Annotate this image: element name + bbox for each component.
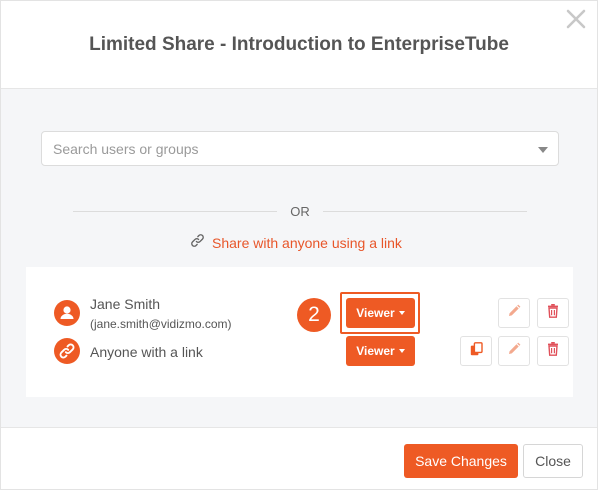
copy-icon bbox=[470, 341, 483, 361]
close-icon[interactable] bbox=[564, 7, 588, 31]
close-button[interactable]: Close bbox=[523, 444, 583, 478]
delete-button[interactable] bbox=[537, 298, 569, 328]
search-placeholder: Search users or groups bbox=[53, 141, 199, 157]
link-icon bbox=[54, 338, 80, 364]
share-link-name: Anyone with a link bbox=[90, 344, 203, 360]
trash-icon bbox=[547, 303, 559, 323]
callout-highlight-box bbox=[340, 292, 420, 334]
chevron-down-icon[interactable] bbox=[538, 147, 548, 153]
pencil-icon bbox=[507, 304, 521, 323]
or-divider-text: OR bbox=[290, 204, 310, 219]
edit-button[interactable] bbox=[498, 298, 530, 328]
limited-share-dialog: Limited Share - Introduction to Enterpri… bbox=[0, 0, 598, 490]
share-link-label: Share with anyone using a link bbox=[212, 235, 402, 251]
divider-line-left bbox=[73, 211, 277, 212]
step-callout-badge: 2 bbox=[297, 298, 331, 332]
link-icon bbox=[189, 232, 206, 254]
dialog-body: Search users or groups OR Share with any… bbox=[1, 89, 597, 427]
list-item: Anyone with a link Viewer bbox=[26, 332, 573, 397]
share-user-email: (jane.smith@vidizmo.com) bbox=[90, 317, 232, 331]
user-icon bbox=[54, 300, 80, 326]
copy-link-button[interactable] bbox=[460, 336, 492, 366]
shared-with-list: Jane Smith (jane.smith@vidizmo.com) View… bbox=[26, 267, 573, 397]
dialog-header: Limited Share - Introduction to Enterpri… bbox=[1, 1, 597, 89]
caret-down-icon bbox=[398, 349, 405, 353]
role-label: Viewer bbox=[356, 344, 395, 358]
search-users-dropdown[interactable]: Search users or groups bbox=[41, 131, 559, 166]
edit-button[interactable] bbox=[498, 336, 530, 366]
share-with-link-button[interactable]: Share with anyone using a link bbox=[189, 234, 402, 252]
delete-button[interactable] bbox=[537, 336, 569, 366]
save-changes-button[interactable]: Save Changes bbox=[404, 444, 518, 478]
pencil-icon bbox=[507, 342, 521, 361]
share-user-name: Jane Smith bbox=[90, 296, 161, 312]
dialog-title: Limited Share - Introduction to Enterpri… bbox=[89, 34, 509, 55]
role-dropdown-button[interactable]: Viewer bbox=[346, 336, 415, 366]
divider-line-right bbox=[323, 211, 527, 212]
dialog-footer: Save Changes Close bbox=[1, 427, 597, 489]
trash-icon bbox=[547, 341, 559, 361]
